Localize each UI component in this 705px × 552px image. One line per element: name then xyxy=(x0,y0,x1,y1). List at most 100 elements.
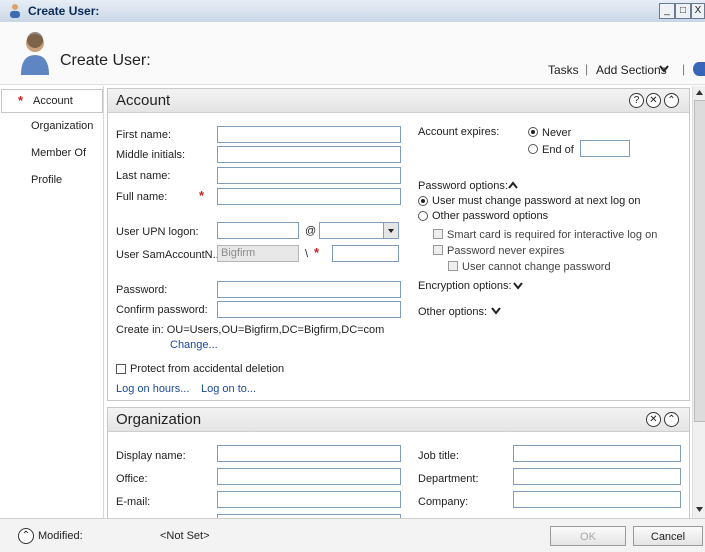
close-window-button[interactable]: X xyxy=(691,3,705,19)
chevron-down-icon[interactable] xyxy=(491,307,501,315)
nav-item-account[interactable]: * Account xyxy=(1,89,103,113)
department-label: Department: xyxy=(418,473,479,485)
chevron-up-icon[interactable] xyxy=(508,181,518,189)
chevron-down-icon[interactable] xyxy=(513,282,523,290)
organization-section-header: Organization ✕ ⌃ xyxy=(108,408,689,432)
nav-item-organization[interactable]: Organization xyxy=(0,115,102,137)
dropdown-arrow-icon[interactable] xyxy=(383,223,398,238)
close-circle-icon[interactable]: ✕ xyxy=(646,412,661,427)
middle-initials-input[interactable] xyxy=(217,146,401,163)
expires-end-of-radio[interactable] xyxy=(528,144,538,154)
add-sections-menu[interactable]: Add Sections xyxy=(596,63,667,77)
other-options-label: Other options: xyxy=(418,306,488,318)
scrollbar-thumb[interactable] xyxy=(694,100,705,422)
first-name-input[interactable] xyxy=(217,126,401,143)
vertical-scrollbar[interactable] xyxy=(692,86,705,518)
section-navigation: * Account Organization Member Of Profile xyxy=(0,86,104,518)
account-section-title: Account xyxy=(116,92,171,109)
confirm-password-label: Confirm password: xyxy=(116,304,208,316)
collapse-icon[interactable]: ⌃ xyxy=(664,93,679,108)
cannot-change-password-label: User cannot change password xyxy=(462,261,611,273)
modified-value: <Not Set> xyxy=(160,530,210,542)
must-change-password-radio[interactable] xyxy=(418,196,428,206)
never-label: Never xyxy=(542,127,572,139)
help-icon[interactable]: ? xyxy=(629,93,644,108)
user-app-icon xyxy=(10,4,20,18)
cannot-change-password-checkbox[interactable] xyxy=(448,261,458,271)
log-on-to-link[interactable]: Log on to... xyxy=(201,383,256,395)
password-never-expires-label: Password never expires xyxy=(447,245,565,257)
page-title: Create User: xyxy=(60,52,151,69)
first-name-label: First name: xyxy=(116,129,172,141)
company-label: Company: xyxy=(418,496,469,508)
account-expires-label: Account expires: xyxy=(418,126,500,138)
expires-never-radio[interactable] xyxy=(528,127,538,137)
ok-button[interactable]: OK xyxy=(550,526,626,546)
window-title: Create User: xyxy=(28,4,100,18)
create-in-text: Create in: OU=Users,OU=Bigfirm,DC=Bigfir… xyxy=(116,324,385,336)
email-label: E-mail: xyxy=(116,496,151,508)
password-label: Password: xyxy=(116,284,168,296)
upn-suffix-select[interactable] xyxy=(319,222,399,239)
full-name-input[interactable] xyxy=(217,188,401,205)
email-input[interactable] xyxy=(217,491,401,508)
account-section: Account ? ✕ ⌃ First name: Middle initial… xyxy=(107,88,690,401)
at-sign: @ xyxy=(305,225,317,237)
title-bar: Create User: _ □ X xyxy=(0,0,705,23)
nav-item-label: Account xyxy=(33,95,73,107)
office-label: Office: xyxy=(116,473,148,485)
nav-item-label: Organization xyxy=(31,120,94,132)
collapse-icon[interactable]: ⌃ xyxy=(664,412,679,427)
organization-section: Organization ✕ ⌃ Display name: Office: E… xyxy=(107,407,690,519)
sam-account-label: User SamAccountN... xyxy=(116,249,222,261)
protect-deletion-checkbox[interactable] xyxy=(116,364,126,374)
confirm-password-input[interactable] xyxy=(217,301,401,318)
upn-logon-label: User UPN logon: xyxy=(116,226,199,238)
scroll-up-icon[interactable] xyxy=(695,88,704,96)
close-circle-icon[interactable]: ✕ xyxy=(646,93,661,108)
nav-item-member-of[interactable]: Member Of xyxy=(0,142,102,164)
full-name-label: Full name: xyxy=(116,191,168,203)
nav-item-label: Member Of xyxy=(31,147,87,159)
must-change-password-label: User must change password at next log on xyxy=(432,195,641,207)
modified-label: Modified: xyxy=(38,530,83,542)
password-input[interactable] xyxy=(217,281,401,298)
department-input[interactable] xyxy=(513,468,681,485)
display-name-label: Display name: xyxy=(116,450,186,462)
last-name-input[interactable] xyxy=(217,167,401,184)
header: Create User: Tasks | Add Sections | xyxy=(0,22,705,85)
smart-card-label: Smart card is required for interactive l… xyxy=(447,229,658,241)
log-on-hours-link[interactable]: Log on hours... xyxy=(116,383,189,395)
required-star-icon: * xyxy=(314,245,320,260)
expand-details-icon[interactable]: ⌃ xyxy=(18,528,34,544)
sam-account-input[interactable] xyxy=(332,245,399,262)
maximize-button[interactable]: □ xyxy=(675,3,691,19)
office-input[interactable] xyxy=(217,468,401,485)
upn-logon-input[interactable] xyxy=(217,222,299,239)
job-title-input[interactable] xyxy=(513,445,681,462)
password-never-expires-checkbox[interactable] xyxy=(433,245,443,255)
encryption-options-label: Encryption options: xyxy=(418,280,512,292)
scroll-down-icon[interactable] xyxy=(695,506,704,514)
cancel-button[interactable]: Cancel xyxy=(633,526,703,546)
required-star-icon: * xyxy=(199,188,205,203)
other-password-options-label: Other password options xyxy=(432,210,549,222)
company-input[interactable] xyxy=(513,491,681,508)
tasks-menu[interactable]: Tasks xyxy=(548,63,579,77)
other-password-options-radio[interactable] xyxy=(418,211,428,221)
nav-item-label: Profile xyxy=(31,174,63,186)
footer: ⌃ Modified: <Not Set> OK Cancel xyxy=(0,518,705,552)
minimize-button[interactable]: _ xyxy=(659,3,675,19)
help-icon[interactable] xyxy=(693,62,705,76)
chevron-down-icon[interactable] xyxy=(659,65,669,73)
end-of-date-input[interactable] xyxy=(580,140,630,157)
middle-initials-label: Middle initials: xyxy=(116,149,186,161)
account-section-header: Account ? ✕ ⌃ xyxy=(108,89,689,113)
display-name-input[interactable] xyxy=(217,445,401,462)
user-avatar-icon xyxy=(21,32,49,75)
nav-item-profile[interactable]: Profile xyxy=(0,169,102,191)
change-link[interactable]: Change... xyxy=(170,339,218,351)
smart-card-checkbox[interactable] xyxy=(433,229,443,239)
job-title-label: Job title: xyxy=(418,450,459,462)
required-star-icon: * xyxy=(18,93,24,108)
